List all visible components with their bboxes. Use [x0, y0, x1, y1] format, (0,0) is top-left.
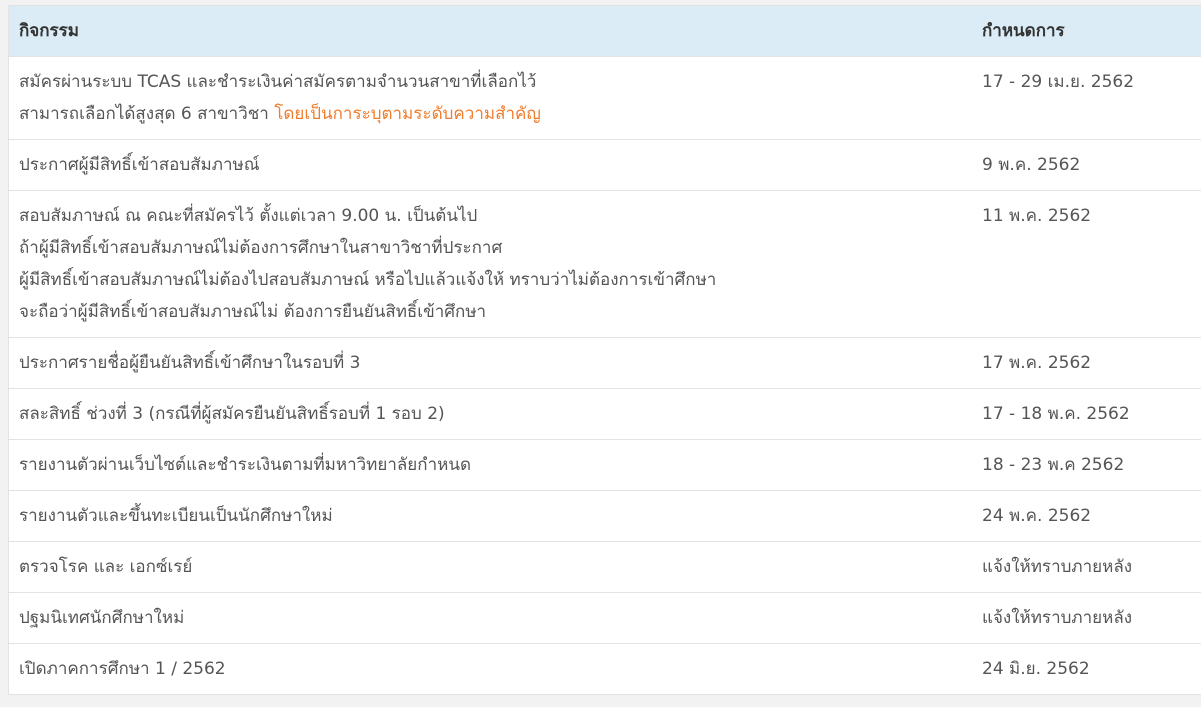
schedule-panel: กิจกรรม กำหนดการ สมัครผ่านระบบ TCAS และช…: [8, 5, 1201, 695]
table-row: ประกาศรายชื่อผู้ยืนยันสิทธิ์เข้าศึกษาในร…: [9, 337, 1201, 388]
activity-line: เปิดภาคการศึกษา 1 / 2562: [19, 658, 226, 679]
activity-cell: ประกาศผู้มีสิทธิ์เข้าสอบสัมภาษณ์: [9, 139, 972, 190]
activity-line: สละสิทธิ์ ช่วงที่ 3 (กรณีที่ผู้สมัครยืนย…: [19, 403, 445, 424]
table-body: สมัครผ่านระบบ TCAS และชำระเงินค่าสมัครตา…: [9, 56, 1201, 694]
table-row: เปิดภาคการศึกษา 1 / 2562 24 มิ.ย. 2562: [9, 643, 1201, 694]
date-cell: แจ้งให้ทราบภายหลัง: [982, 556, 1133, 577]
activity-line-text: สามารถเลือกได้สูงสุด 6 สาขาวิชา: [19, 103, 275, 124]
activity-cell: ปฐมนิเทศนักศึกษาใหม่: [9, 592, 972, 643]
header-activity: กิจกรรม: [19, 21, 80, 42]
activity-cell: รายงานตัวและขึ้นทะเบียนเป็นนักศึกษาใหม่: [9, 490, 972, 541]
activity-line: รายงานตัวและขึ้นทะเบียนเป็นนักศึกษาใหม่: [19, 505, 333, 526]
activity-cell: ตรวจโรค และ เอกซ์เรย์: [9, 541, 972, 592]
activity-cell: เปิดภาคการศึกษา 1 / 2562: [9, 643, 972, 694]
activity-highlight: โดยเป็นการะบุตามระดับความสำคัญ: [274, 103, 541, 124]
activity-cell: ประกาศรายชื่อผู้ยืนยันสิทธิ์เข้าศึกษาในร…: [9, 337, 972, 388]
activity-cell: สอบสัมภาษณ์ ณ คณะที่สมัครไว้ ตั้งแต่เวลา…: [9, 190, 972, 337]
activity-line: ปฐมนิเทศนักศึกษาใหม่: [19, 607, 185, 628]
activity-line: สามารถเลือกได้สูงสุด 6 สาขาวิชา โดยเป็นก…: [19, 98, 962, 130]
date-cell: 17 - 18 พ.ค. 2562: [982, 403, 1130, 424]
table-row: ตรวจโรค และ เอกซ์เรย์ แจ้งให้ทราบภายหลัง: [9, 541, 1201, 592]
activity-line: จะถือว่าผู้มีสิทธิ์เข้าสอบสัมภาษณ์ไม่ ต้…: [19, 301, 487, 322]
table-row: สละสิทธิ์ ช่วงที่ 3 (กรณีที่ผู้สมัครยืนย…: [9, 388, 1201, 439]
table-row: รายงานตัวและขึ้นทะเบียนเป็นนักศึกษาใหม่ …: [9, 490, 1201, 541]
header-row: กิจกรรม กำหนดการ: [9, 6, 1201, 56]
table-row: สมัครผ่านระบบ TCAS และชำระเงินค่าสมัครตา…: [9, 56, 1201, 139]
date-cell: 24 พ.ค. 2562: [982, 505, 1092, 526]
activity-line: ผู้มีสิทธิ์เข้าสอบสัมภาษณ์ไม่ต้องไปสอบสั…: [19, 269, 717, 290]
date-cell: 17 - 29 เม.ย. 2562: [982, 71, 1135, 92]
date-cell: 11 พ.ค. 2562: [982, 205, 1092, 226]
date-cell: แจ้งให้ทราบภายหลัง: [982, 607, 1133, 628]
activity-line: ตรวจโรค และ เอกซ์เรย์: [19, 556, 193, 577]
table-row: ปฐมนิเทศนักศึกษาใหม่ แจ้งให้ทราบภายหลัง: [9, 592, 1201, 643]
activity-cell: สมัครผ่านระบบ TCAS และชำระเงินค่าสมัครตา…: [9, 56, 972, 139]
activity-cell: รายงานตัวผ่านเว็บไซต์และชำระเงินตามที่มห…: [9, 439, 972, 490]
schedule-table: กิจกรรม กำหนดการ สมัครผ่านระบบ TCAS และช…: [9, 6, 1201, 694]
date-cell: 18 - 23 พ.ค 2562: [982, 454, 1125, 475]
date-cell: 24 มิ.ย. 2562: [982, 658, 1090, 679]
table-header: กิจกรรม กำหนดการ: [9, 6, 1201, 56]
table-row: รายงานตัวผ่านเว็บไซต์และชำระเงินตามที่มห…: [9, 439, 1201, 490]
activity-line: ถ้าผู้มีสิทธิ์เข้าสอบสัมภาษณ์ไม่ต้องการศ…: [19, 237, 503, 258]
activity-line: สอบสัมภาษณ์ ณ คณะที่สมัครไว้ ตั้งแต่เวลา…: [19, 205, 478, 226]
date-cell: 17 พ.ค. 2562: [982, 352, 1092, 373]
header-date: กำหนดการ: [982, 21, 1065, 42]
date-cell: 9 พ.ค. 2562: [982, 154, 1081, 175]
activity-line: สมัครผ่านระบบ TCAS และชำระเงินค่าสมัครตา…: [19, 71, 537, 92]
activity-line: ประกาศรายชื่อผู้ยืนยันสิทธิ์เข้าศึกษาในร…: [19, 352, 361, 373]
activity-line: ประกาศผู้มีสิทธิ์เข้าสอบสัมภาษณ์: [19, 154, 260, 175]
activity-line: รายงานตัวผ่านเว็บไซต์และชำระเงินตามที่มห…: [19, 454, 471, 475]
table-row: ประกาศผู้มีสิทธิ์เข้าสอบสัมภาษณ์ 9 พ.ค. …: [9, 139, 1201, 190]
activity-cell: สละสิทธิ์ ช่วงที่ 3 (กรณีที่ผู้สมัครยืนย…: [9, 388, 972, 439]
table-row: สอบสัมภาษณ์ ณ คณะที่สมัครไว้ ตั้งแต่เวลา…: [9, 190, 1201, 337]
